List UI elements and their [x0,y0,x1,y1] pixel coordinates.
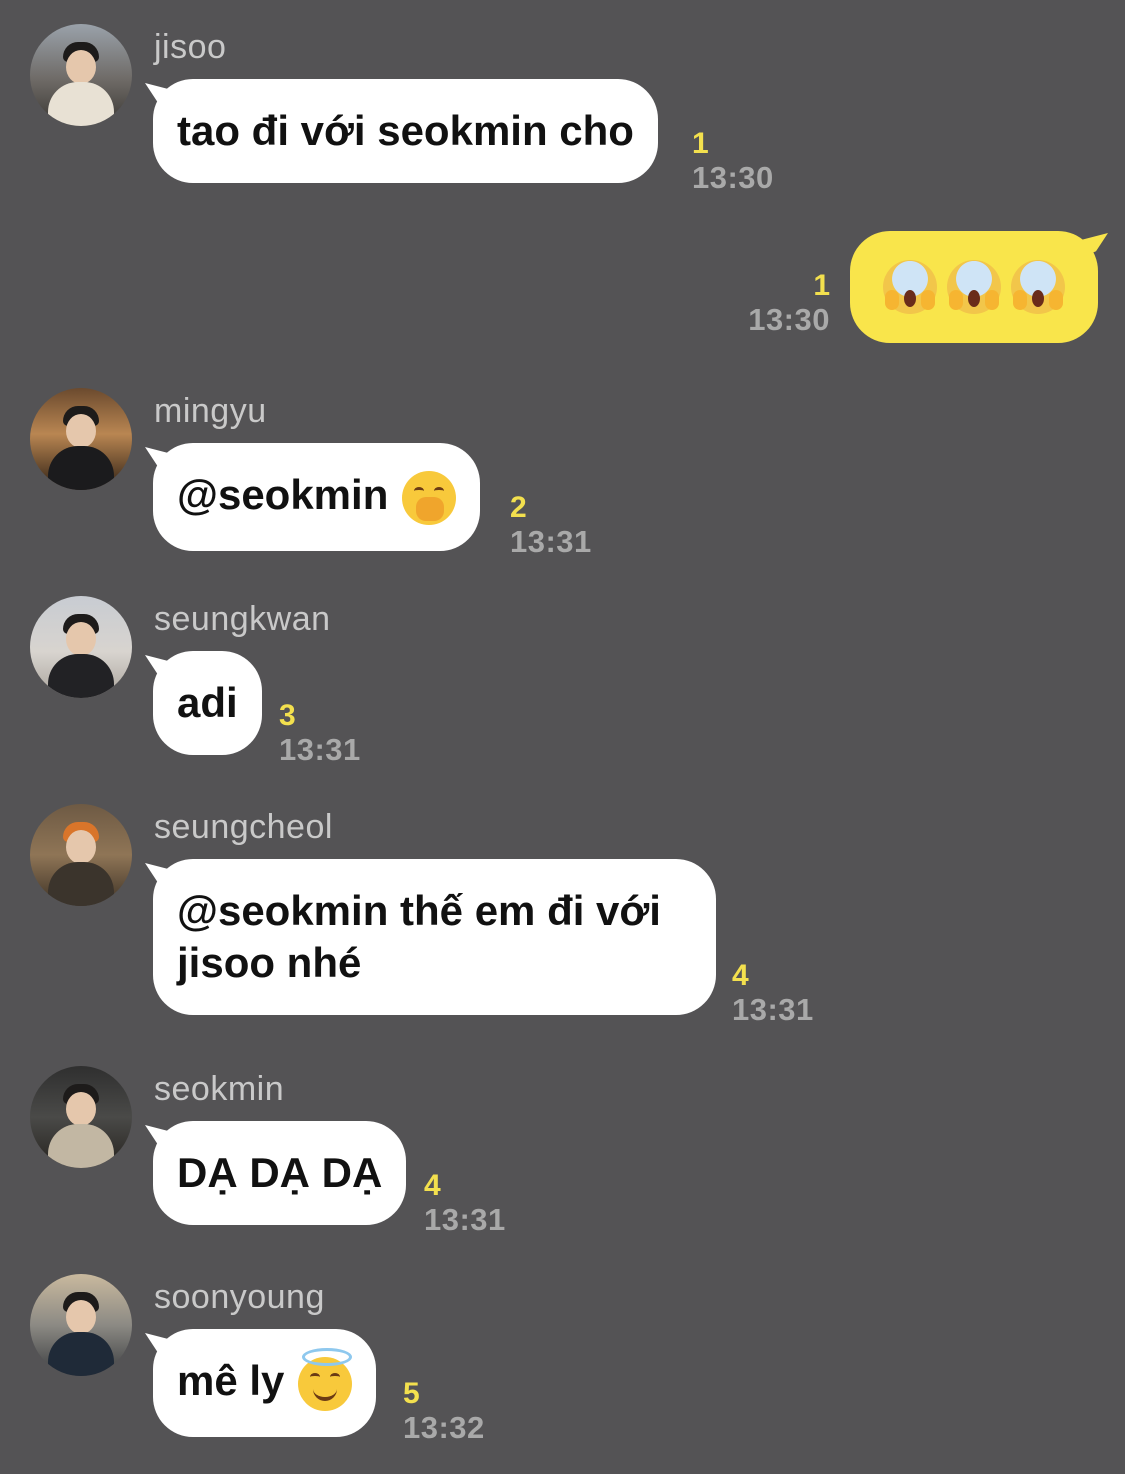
screaming-face-emoji-icon [1011,260,1065,314]
message-meta: 4 13:31 [424,1170,506,1238]
message-meta: 2 13:31 [510,492,592,560]
message-bubble[interactable]: adi [153,651,262,755]
message-text: DẠ DẠ DẠ [177,1149,383,1196]
message-text: @seokmin [177,471,389,518]
sender-name: seokmin [154,1070,285,1108]
sender-name: soonyoung [154,1278,325,1316]
message-meta: 1 13:30 [746,270,830,338]
avatar[interactable] [30,24,132,126]
message-meta: 5 13:32 [403,1378,485,1446]
message-text: @seokmin thế em đi với jisoo nhé [177,887,661,986]
unread-count: 1 [692,127,709,160]
message-meta: 3 13:31 [279,700,361,768]
message-bubble[interactable]: DẠ DẠ DẠ [153,1121,407,1225]
unread-count: 3 [279,699,296,732]
message-meta: 4 13:31 [732,960,814,1028]
message-text: mê ly [177,1357,285,1404]
timestamp: 13:30 [692,160,774,195]
avatar[interactable] [30,804,132,906]
chat-thread: jisoo tao đi với seokmin cho 1 13:30 1 1… [0,0,1125,1474]
unread-count: 4 [424,1169,441,1202]
avatar[interactable] [30,1066,132,1168]
screaming-face-emoji-icon [883,260,937,314]
sender-name: seungcheol [154,808,333,846]
timestamp: 13:30 [748,302,830,337]
hand-over-mouth-emoji-icon [402,470,457,525]
timestamp: 13:31 [510,524,592,559]
message-bubble[interactable]: mê ly [153,1329,377,1437]
unread-count: 1 [813,269,830,302]
timestamp: 13:31 [424,1202,506,1237]
message-text: tao đi với seokmin cho [177,107,634,154]
avatar[interactable] [30,1274,132,1376]
timestamp: 13:32 [403,1410,485,1445]
halo-smiling-face-emoji-icon [298,1347,353,1411]
message-text: adi [177,679,238,726]
timestamp: 13:31 [279,732,361,767]
message-bubble-outgoing[interactable] [850,231,1098,343]
message-bubble[interactable]: @seokmin [153,443,481,551]
message-bubble[interactable]: @seokmin thế em đi với jisoo nhé [153,859,716,1015]
avatar[interactable] [30,596,132,698]
avatar[interactable] [30,388,132,490]
sender-name: mingyu [154,392,267,430]
sender-name: seungkwan [154,600,331,638]
message-meta: 1 13:30 [692,128,774,196]
unread-count: 2 [510,491,527,524]
message-bubble[interactable]: tao đi với seokmin cho [153,79,658,183]
sender-name: jisoo [154,28,227,66]
screaming-face-emoji-icon [947,260,1001,314]
unread-count: 5 [403,1377,420,1410]
timestamp: 13:31 [732,992,814,1027]
unread-count: 4 [732,959,749,992]
